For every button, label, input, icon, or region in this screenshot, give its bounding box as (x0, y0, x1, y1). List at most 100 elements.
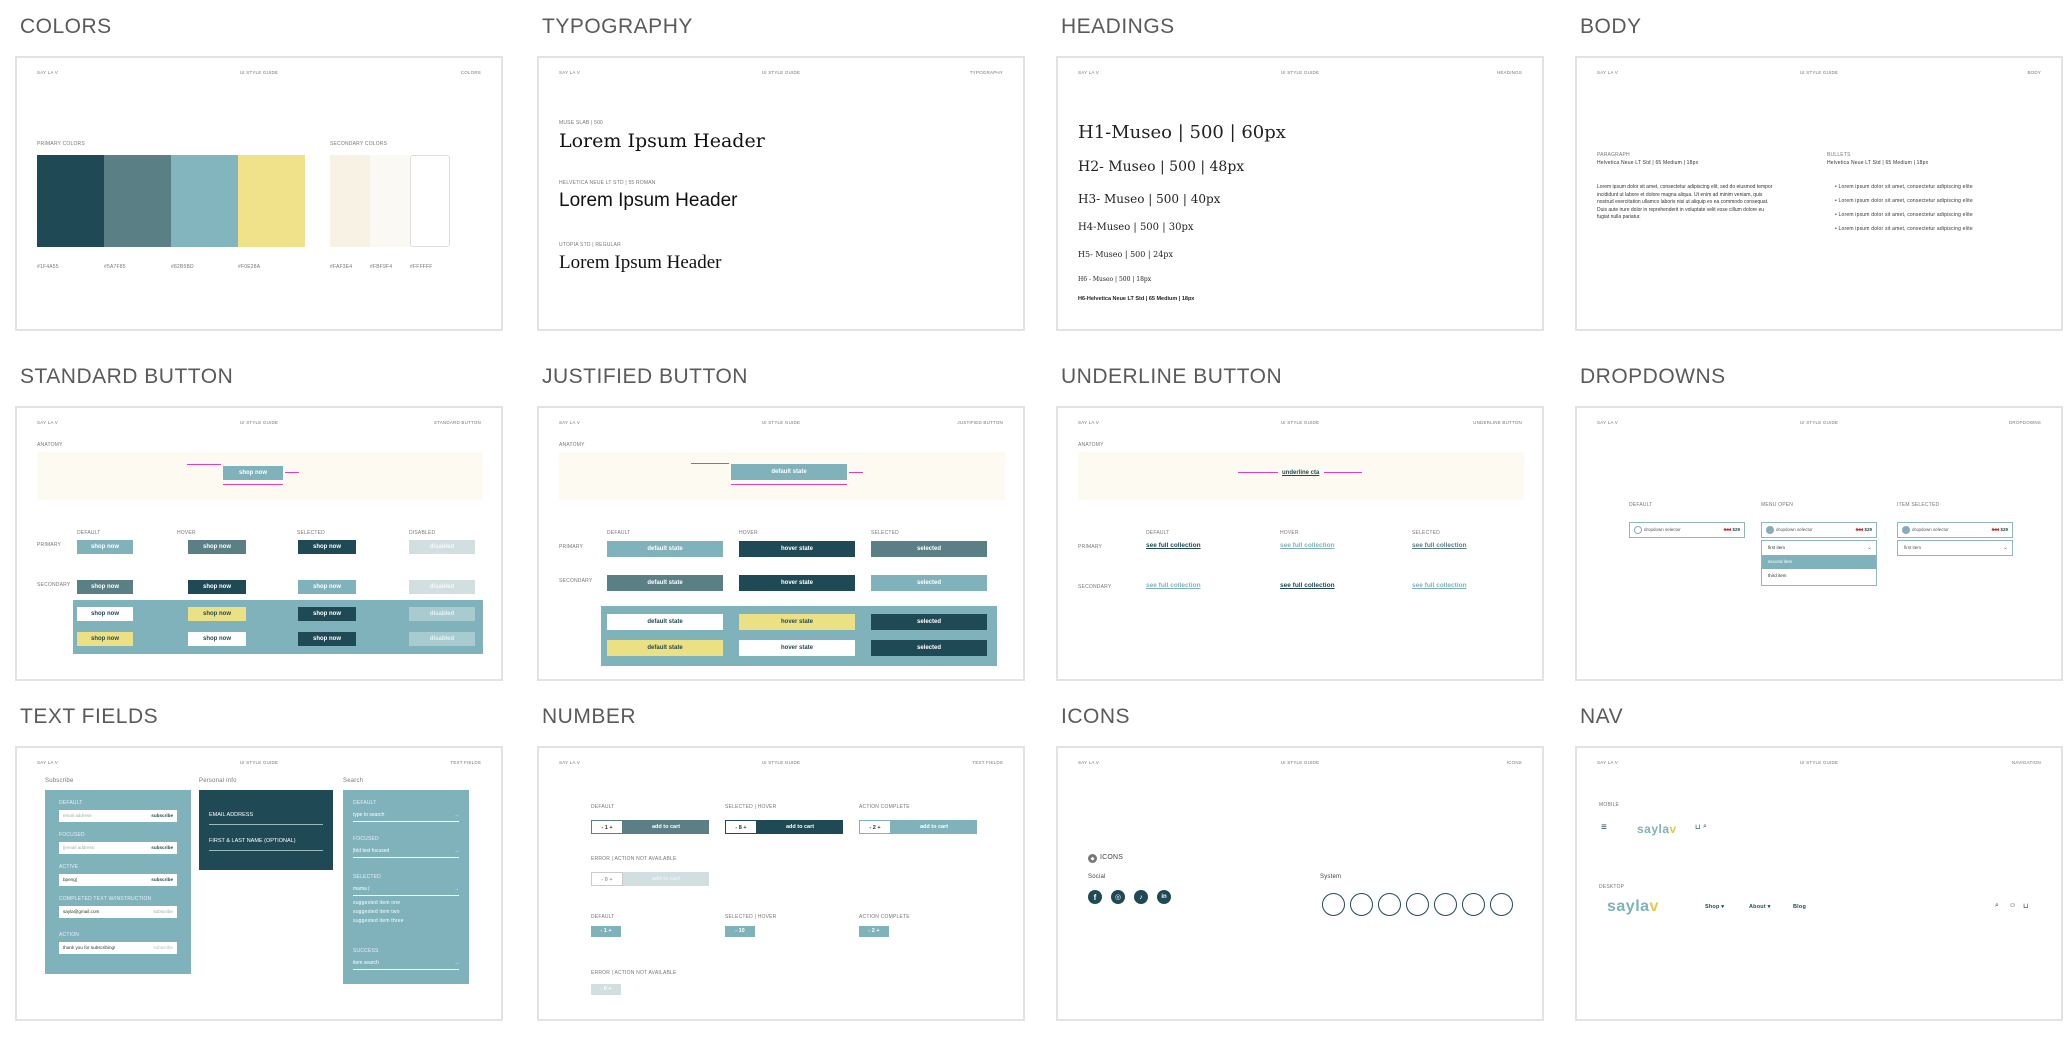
type-sample-serif: Lorem Ipsum Header (559, 130, 765, 152)
nav-shop[interactable]: Shop ▾ (1705, 904, 1724, 910)
mini-stepper[interactable]: - 10 (725, 926, 755, 937)
add-to-cart-button[interactable]: add to cart (891, 820, 977, 834)
email-field[interactable]: email address subscribe (59, 810, 177, 822)
col-label: DEFAULT (607, 530, 631, 536)
facebook-icon[interactable]: f (1088, 890, 1102, 904)
instagram-icon[interactable]: ◎ (1111, 890, 1125, 904)
shop-now-button[interactable]: shop now (298, 607, 356, 621)
hex-label: #1F4A55 (37, 264, 59, 270)
quantity-stepper[interactable]: - 2 + (859, 820, 891, 834)
shop-now-button[interactable]: shop now (298, 632, 356, 646)
frame-header: SAY LA V UI STYLE GUIDE ICONS (1078, 760, 1522, 765)
hover-state-button[interactable]: hover state (739, 575, 855, 591)
quantity-stepper[interactable]: - 1 + (591, 820, 623, 834)
measure-line (731, 484, 847, 485)
shop-now-button[interactable]: shop now (77, 580, 133, 594)
selected-button[interactable]: selected (871, 575, 987, 591)
headings-frame: SAY LA V UI STYLE GUIDE HEADINGS H1-Museo … (1056, 56, 1544, 331)
hover-state-button[interactable]: hover state (739, 614, 855, 630)
search-input[interactable]: type to search → (353, 812, 459, 822)
quantity-stepper[interactable]: - 8 + (725, 820, 757, 834)
dropdown-option[interactable]: third item (1762, 569, 1876, 583)
anatomy-link: underline cta (1282, 470, 1320, 476)
shop-now-button[interactable]: shop now (77, 607, 133, 621)
mini-stepper[interactable]: - 2 + (859, 926, 889, 937)
see-full-collection-link[interactable]: see full collection (1280, 582, 1335, 589)
shop-now-button[interactable]: shop now (77, 540, 133, 554)
hex-label: #FFFFFF (410, 264, 433, 270)
search-icon[interactable]: ⌕ (1703, 823, 1707, 831)
search-input[interactable]: |bld text focused → (353, 848, 459, 858)
hover-state-button[interactable]: hover state (739, 541, 855, 557)
default-state-button[interactable]: default state (607, 614, 723, 630)
dropdown-selector[interactable]: dropdown selector $44 $29 (1629, 522, 1745, 538)
email-address-field[interactable]: EMAIL ADDRESS (209, 812, 323, 825)
type-sample-sans: Lorem Ipsum Header (559, 190, 738, 211)
dropdown-selector[interactable]: dropdown selector $44 $29 (1761, 522, 1877, 538)
search-suggestion[interactable]: suggested item two (353, 909, 400, 915)
see-full-collection-link[interactable]: see full collection (1280, 542, 1335, 549)
hover-state-button[interactable]: hover state (739, 640, 855, 656)
email-field[interactable]: ||email address subscribe (59, 842, 177, 854)
add-to-cart-button[interactable]: add to cart (623, 820, 709, 834)
dropdown-option[interactable]: first item (1762, 541, 1876, 555)
account-icon[interactable]: ☺ (2009, 902, 2016, 909)
selected-button[interactable]: selected (871, 541, 987, 557)
see-full-collection-link[interactable]: see full collection (1146, 542, 1201, 549)
shop-now-button[interactable]: shop now (188, 540, 246, 554)
nav-about[interactable]: About ▾ (1749, 904, 1771, 910)
default-state-button[interactable]: default state (607, 541, 723, 557)
default-state-button[interactable]: default state (607, 640, 723, 656)
section-title: ICONS (1061, 705, 1131, 728)
see-full-collection-link[interactable]: see full collection (1146, 582, 1201, 589)
tiktok-icon[interactable]: ♪ (1134, 890, 1148, 904)
shop-now-button[interactable]: shop now (188, 632, 246, 646)
dropdown-selector[interactable]: dropdown selector $44 $29 (1897, 522, 2013, 538)
see-full-collection-link[interactable]: see full collection (1412, 542, 1467, 549)
underline-button-section: UNDERLINE BUTTON SAY LA V UI STYLE GUIDE U… (1056, 362, 1544, 681)
hamburger-icon[interactable]: ≡ (1601, 822, 1607, 833)
logo-desktop[interactable]: saylav (1607, 898, 1659, 916)
body-frame: SAY LA V UI STYLE GUIDE BODY PARAGRAPH Hel… (1575, 56, 2063, 331)
swatch-primary-4 (238, 155, 305, 247)
dropdown-selected[interactable]: first item ⌄ (1897, 540, 2013, 556)
shop-now-button[interactable]: shop now (188, 607, 246, 621)
mini-stepper[interactable]: - 1 + (591, 926, 621, 937)
nav-blog[interactable]: Blog (1793, 904, 1806, 910)
linkedin-icon[interactable]: in (1157, 890, 1171, 904)
shop-now-button[interactable]: shop now (298, 580, 356, 594)
logo-mobile[interactable]: saylav (1637, 822, 1677, 836)
search-suggestion[interactable]: suggested item three (353, 918, 404, 924)
anatomy-area: default state (559, 452, 1005, 500)
selected-button[interactable]: selected (871, 614, 987, 630)
add-to-cart-button[interactable]: add to cart (757, 820, 843, 834)
section-title: BODY (1580, 15, 1642, 38)
see-full-collection-link[interactable]: see full collection (1412, 582, 1467, 589)
email-field[interactable]: bpeng| subscribe (59, 874, 177, 886)
cart-icon[interactable]: ⊔ (2023, 902, 2028, 910)
shop-now-button[interactable]: shop now (298, 540, 356, 554)
state-label: SELECTED | HOVER (725, 804, 777, 810)
search-input[interactable]: item search → (353, 960, 459, 970)
shop-now-button[interactable]: shop now (188, 580, 246, 594)
email-field[interactable]: sayla@gmail.com subscribe (59, 906, 177, 918)
email-field[interactable]: thank you for subscribing! subscribe (59, 942, 177, 954)
name-field[interactable]: FIRST & LAST NAME (OPTIONAL) (209, 838, 323, 851)
chevron-down-icon: ⌄ (1866, 545, 1872, 551)
search-icon[interactable]: ⌕ (1995, 902, 1999, 910)
nav-frame: SAY LA V UI STYLE GUIDE NAVIGATION MOBILE … (1575, 746, 2063, 1021)
search-suggestion[interactable]: suggested item one (353, 900, 400, 906)
shop-now-button[interactable]: shop now (77, 632, 133, 646)
icons-section: ICONS SAY LA V UI STYLE GUIDE ICONS ◆ ICON… (1056, 702, 1544, 1021)
search-input[interactable]: mama | → (353, 886, 459, 896)
selected-button[interactable]: selected (871, 640, 987, 656)
section-title: TEXT FIELDS (20, 705, 159, 728)
paragraph-label: PARAGRAPH (1597, 152, 1630, 158)
dropdown-option-highlighted[interactable]: second item (1762, 555, 1876, 569)
type-label: HELVETICA NEUE LT STD | 55 ROMAN (559, 180, 656, 186)
arrow-right-icon: → (454, 848, 459, 854)
default-state-button[interactable]: default state (607, 575, 723, 591)
cart-icon[interactable]: ⊔ (1695, 823, 1700, 831)
desktop-label: DESKTOP (1599, 884, 1625, 890)
radio-icon (1634, 526, 1642, 534)
